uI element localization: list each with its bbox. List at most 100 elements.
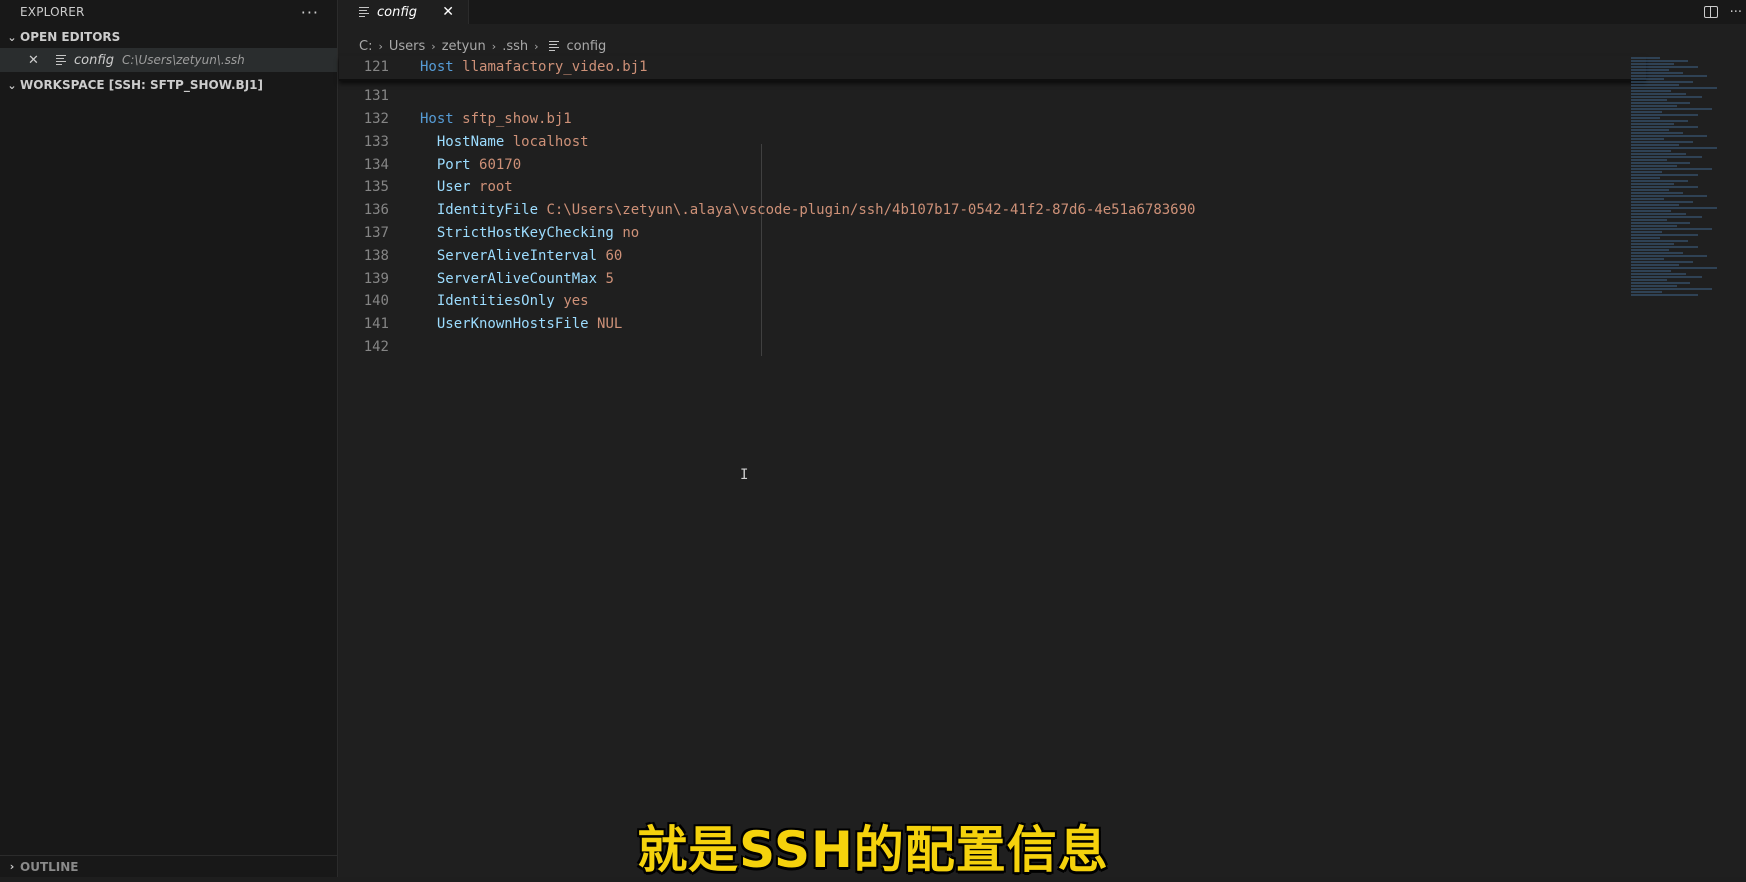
minimap-line — [1631, 249, 1669, 251]
minimap-line — [1631, 195, 1707, 197]
chevron-right-icon: › — [378, 39, 383, 53]
minimap-line — [1631, 123, 1674, 125]
code-line[interactable]: 140 IdentitiesOnly yes — [339, 290, 1646, 313]
minimap-line — [1631, 291, 1663, 293]
minimap-line — [1631, 135, 1707, 137]
minimap[interactable] — [1631, 56, 1726, 336]
code-key: HostName — [436, 133, 505, 150]
tab-close-icon[interactable]: ✕ — [442, 4, 454, 20]
minimap-line — [1631, 276, 1703, 278]
more-actions-icon[interactable]: ··· — [1730, 5, 1742, 20]
minimap-line — [1631, 180, 1688, 182]
minimap-line — [1631, 93, 1687, 95]
minimap-line — [1631, 144, 1679, 146]
minimap-line — [1631, 231, 1663, 233]
code-line[interactable]: 133 HostName localhost — [339, 130, 1646, 153]
tab-config[interactable]: config ✕ — [339, 0, 469, 24]
line-number: 132 — [363, 110, 389, 127]
minimap-line — [1631, 132, 1684, 134]
split-editor-icon[interactable] — [1703, 6, 1718, 18]
explorer-sidebar: EXPLORER ··· ⌄ OPEN EDITORS ✕ config C:\… — [0, 0, 338, 877]
minimap-line — [1631, 126, 1698, 128]
line-number: 142 — [363, 338, 389, 355]
minimap-line — [1631, 246, 1698, 248]
minimap-line — [1631, 87, 1717, 89]
minimap-line — [1631, 171, 1663, 173]
code-line[interactable]: 132 Host sftp_show.bj1 — [339, 108, 1646, 131]
code-line[interactable]: 139 ServerAliveCountMax 5 — [339, 267, 1646, 290]
minimap-line — [1631, 261, 1693, 263]
minimap-line — [1631, 102, 1690, 104]
breadcrumb-item[interactable]: config — [567, 39, 607, 54]
code-editor[interactable]: 121 Host llamafactory_video.bj1 131 132 … — [339, 56, 1646, 358]
code-value: no — [622, 224, 640, 241]
minimap-line — [1631, 234, 1698, 236]
minimap-line — [1631, 294, 1698, 296]
close-icon[interactable]: ✕ — [28, 53, 42, 68]
code-key: IdentitiesOnly — [436, 293, 555, 310]
code-key: ServerAliveInterval — [436, 247, 598, 264]
breadcrumb: C: › Users › zetyun › .ssh › config — [339, 35, 1746, 57]
file-lines-icon — [548, 39, 559, 53]
code-value: NUL — [597, 316, 623, 333]
minimap-line — [1631, 141, 1693, 143]
tab-actions: ··· — [1703, 0, 1746, 24]
line-number: 135 — [363, 179, 389, 196]
minimap-line — [1631, 237, 1660, 239]
code-value: 60 — [605, 247, 623, 264]
minimap-line — [1631, 69, 1669, 71]
code-line[interactable]: 134 Port 60170 — [339, 153, 1646, 176]
open-editor-item-config[interactable]: ✕ config C:\Users\zetyun\.ssh — [0, 48, 337, 72]
minimap-line — [1631, 66, 1698, 68]
minimap-line — [1631, 264, 1679, 266]
code-key: Port — [436, 156, 471, 173]
minimap-line — [1631, 111, 1663, 113]
open-editor-filepath: C:\Users\zetyun\.ssh — [122, 53, 245, 67]
minimap-line — [1631, 255, 1707, 257]
minimap-line — [1631, 243, 1674, 245]
line-number: 131 — [363, 88, 389, 105]
tab-label: config — [377, 4, 417, 20]
code-value: localhost — [512, 133, 589, 150]
minimap-line — [1631, 72, 1684, 74]
minimap-line — [1631, 279, 1668, 281]
breadcrumb-item[interactable]: .ssh — [502, 39, 528, 54]
minimap-line — [1631, 105, 1677, 107]
minimap-line — [1631, 99, 1668, 101]
open-editors-section[interactable]: ⌄ OPEN EDITORS — [0, 26, 337, 48]
minimap-line — [1631, 114, 1698, 116]
line-number: 138 — [363, 247, 389, 264]
breadcrumb-item[interactable]: zetyun — [442, 39, 486, 54]
code-line[interactable]: 138 ServerAliveInterval 60 — [339, 244, 1646, 267]
workspace-section[interactable]: ⌄ WORKSPACE [SSH: SFTP_SHOW.BJ1] — [0, 74, 337, 96]
minimap-line — [1631, 78, 1665, 80]
minimap-line — [1631, 57, 1660, 59]
breadcrumb-item[interactable]: C: — [359, 39, 372, 54]
chevron-right-icon: › — [534, 39, 539, 53]
code-key: User — [436, 179, 471, 196]
chevron-down-icon: ⌄ — [7, 30, 17, 44]
sticky-scroll-line[interactable]: 121 Host llamafactory_video.bj1 — [339, 56, 1646, 81]
minimap-line — [1631, 168, 1712, 170]
minimap-line — [1631, 240, 1688, 242]
minimap-line — [1631, 225, 1677, 227]
code-line[interactable]: 137 StrictHostKeyChecking no — [339, 222, 1646, 245]
minimap-line — [1631, 288, 1712, 290]
file-lines-icon — [56, 53, 66, 67]
code-line[interactable]: 131 — [339, 85, 1646, 108]
code-line[interactable]: 142 — [339, 336, 1646, 359]
more-actions-icon[interactable]: ··· — [301, 3, 319, 22]
minimap-line — [1631, 186, 1698, 188]
breadcrumb-item[interactable]: Users — [389, 39, 425, 54]
line-number: 136 — [363, 202, 389, 219]
code-line[interactable]: 135 User root — [339, 176, 1646, 199]
code-line[interactable]: 141 UserKnownHostsFile NUL — [339, 313, 1646, 336]
minimap-line — [1631, 165, 1677, 167]
minimap-line — [1631, 258, 1665, 260]
minimap-line — [1631, 177, 1660, 179]
minimap-line — [1631, 189, 1669, 191]
tab-bar: config ✕ ··· — [339, 0, 1746, 24]
minimap-line — [1631, 228, 1712, 230]
line-number: 141 — [363, 316, 389, 333]
code-line[interactable]: 136 IdentityFile C:\Users\zetyun\.alaya\… — [339, 199, 1646, 222]
